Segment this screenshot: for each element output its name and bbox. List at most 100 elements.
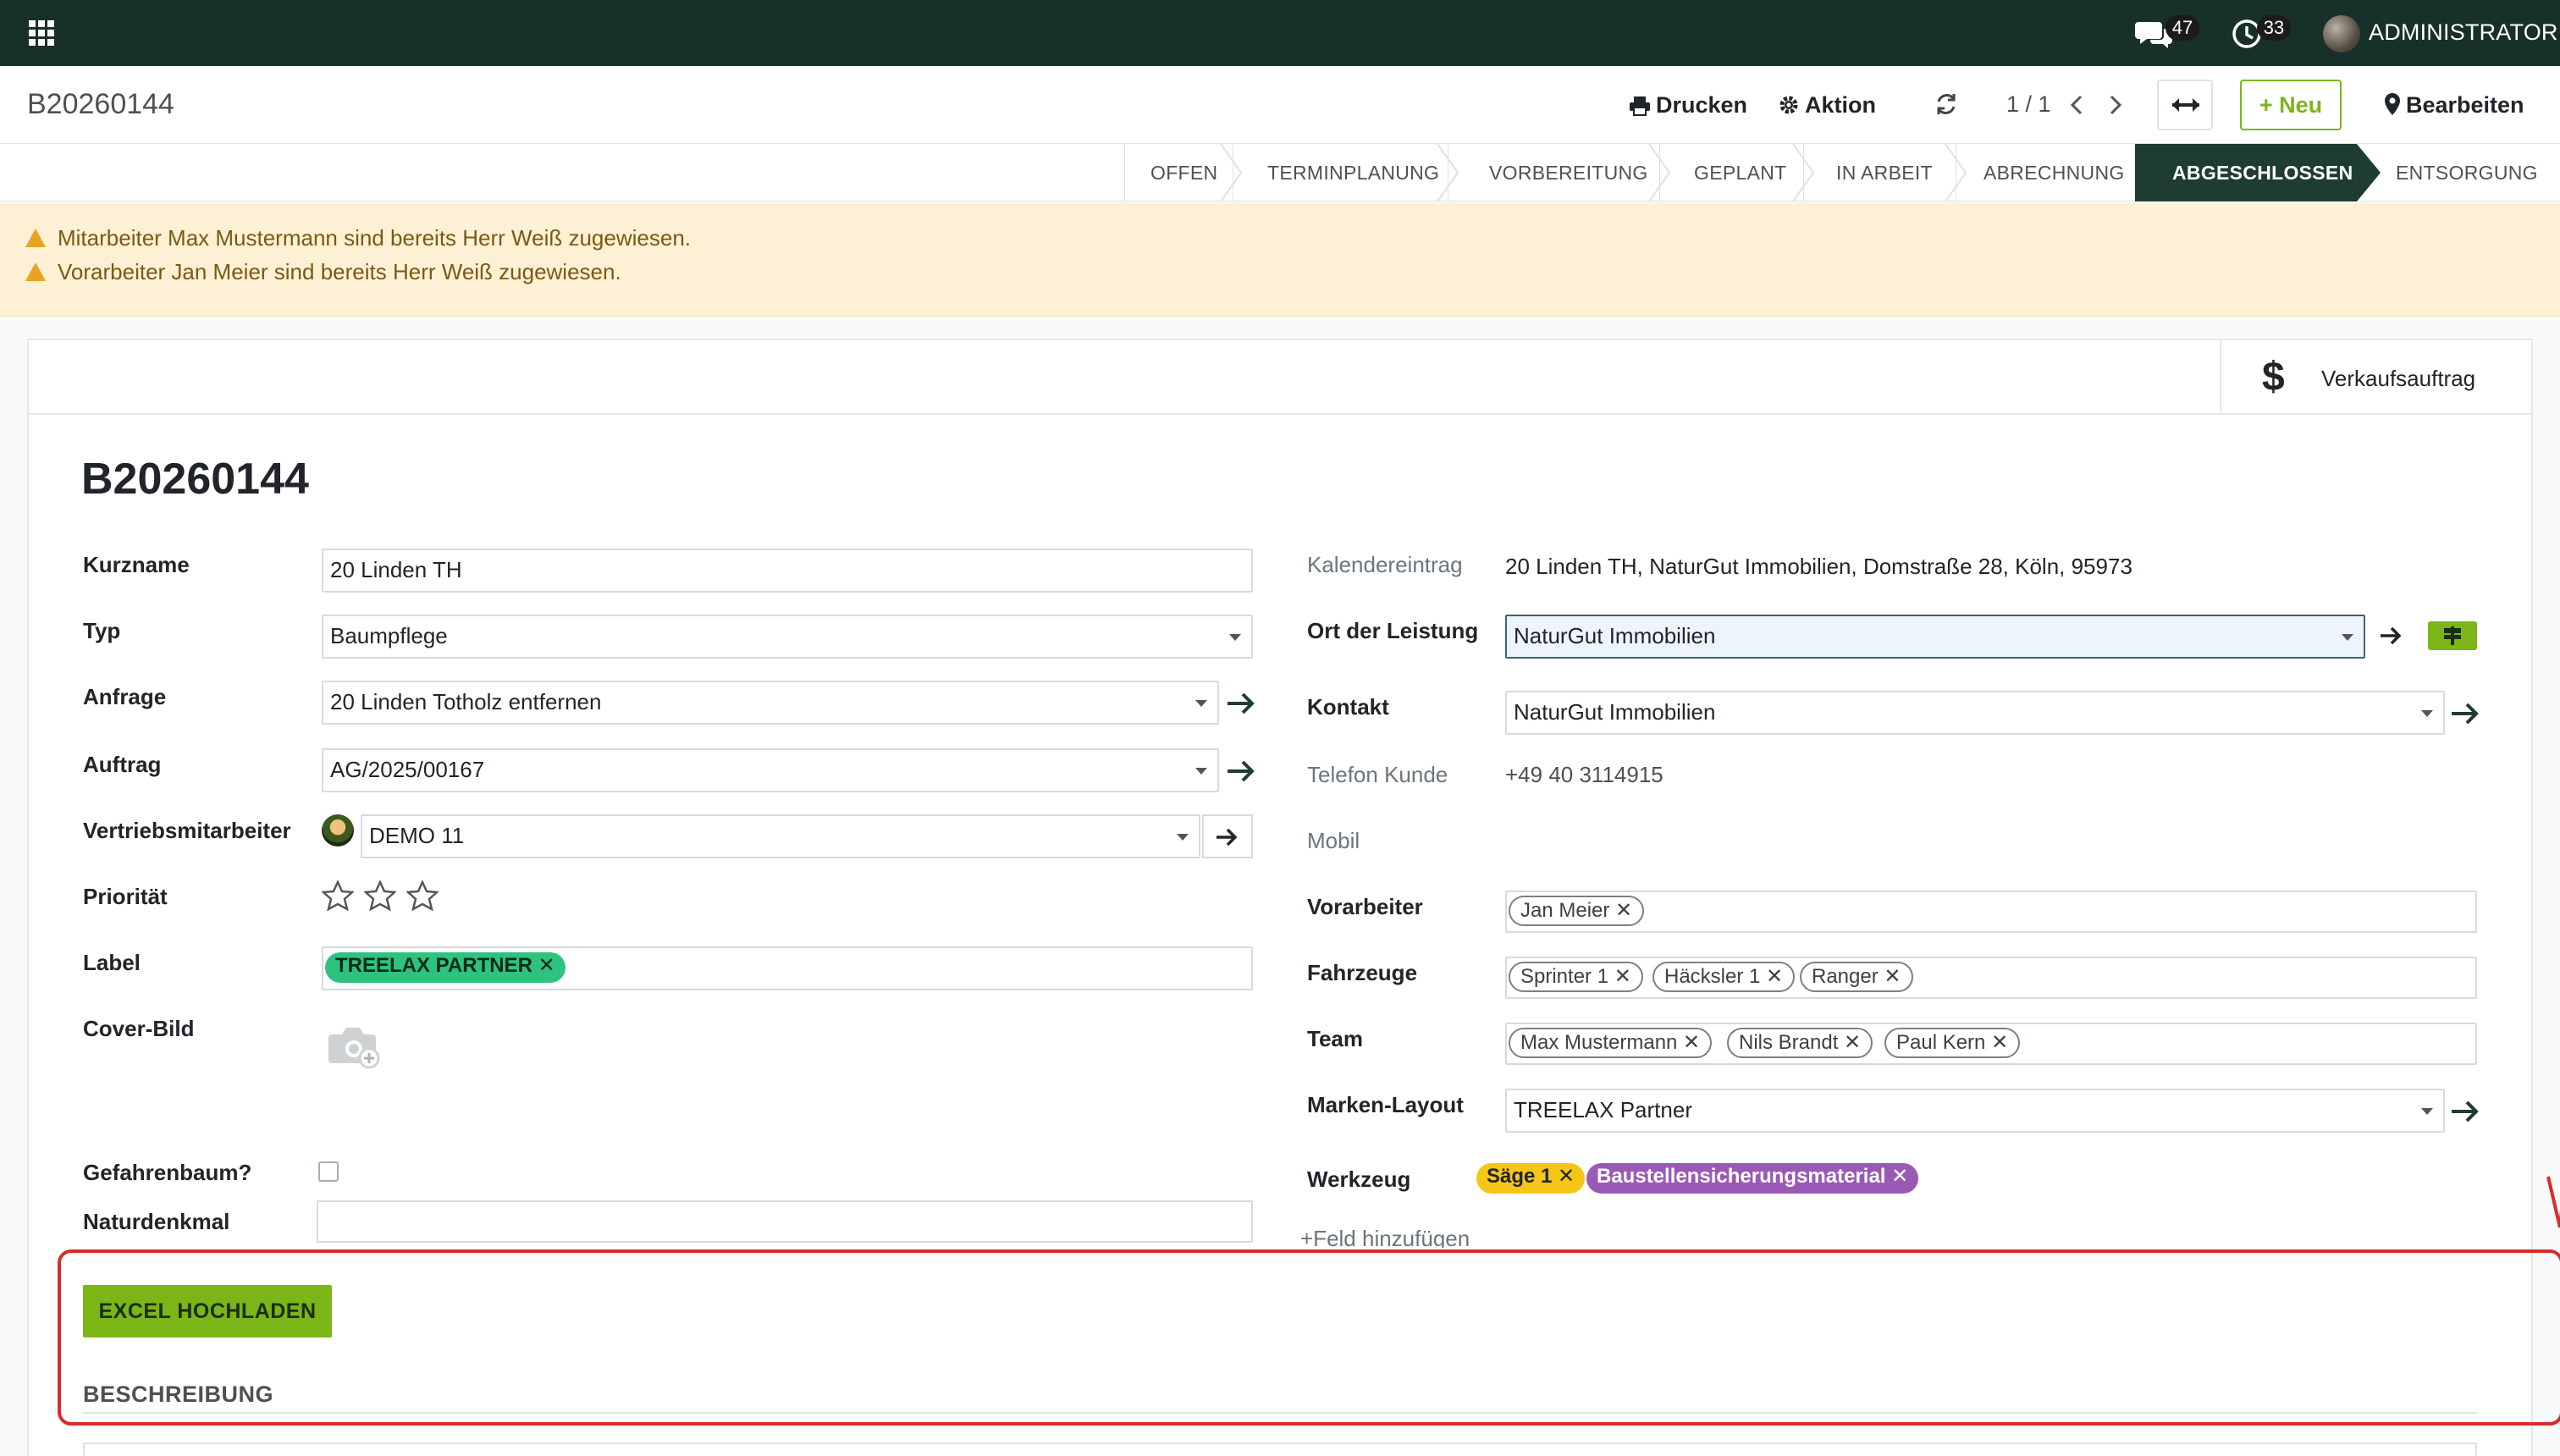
user-avatar[interactable] bbox=[2323, 15, 2360, 52]
star-icon[interactable] bbox=[364, 880, 396, 911]
stage-abgeschlossen[interactable]: ABGESCHLOSSEN bbox=[2135, 144, 2357, 201]
warning-icon bbox=[25, 229, 46, 247]
close-icon[interactable]: ✕ bbox=[1677, 1031, 1700, 1054]
tag: Sprinter 1 ✕ bbox=[1509, 962, 1643, 992]
close-icon[interactable]: ✕ bbox=[1879, 965, 1901, 988]
stage-entsorgung[interactable]: ENTSORGUNG bbox=[2382, 144, 2560, 201]
close-icon[interactable]: ✕ bbox=[1838, 1031, 1861, 1054]
chevron-right-icon[interactable] bbox=[2099, 88, 2130, 122]
close-icon[interactable]: ✕ bbox=[1760, 965, 1783, 988]
tag: Paul Kern ✕ bbox=[1884, 1028, 2021, 1058]
arrow-right-icon[interactable] bbox=[1224, 687, 1256, 720]
ort-label: Ort der Leistung bbox=[1307, 618, 1479, 643]
typ-label: Typ bbox=[83, 618, 121, 643]
stage-vorbereitung[interactable]: VORBEREITUNG bbox=[1448, 144, 1659, 201]
gefahrenbaum-checkbox[interactable] bbox=[318, 1161, 339, 1182]
arrow-right-icon[interactable] bbox=[1224, 755, 1256, 787]
vorarbeiter-tags-input[interactable] bbox=[1505, 891, 2477, 933]
tag-text: Max Mustermann bbox=[1520, 1031, 1678, 1054]
arrow-right-icon[interactable] bbox=[2377, 621, 2406, 650]
stage-separator bbox=[1945, 144, 1967, 201]
vertrieb-value: DEMO 11 bbox=[369, 823, 465, 848]
naturdenkmal-label: Naturdenkmal bbox=[83, 1209, 230, 1234]
edit-button[interactable]: Bearbeiten bbox=[2384, 88, 2524, 122]
auftrag-select[interactable]: AG/2025/00167 bbox=[322, 748, 1219, 792]
close-icon[interactable]: ✕ bbox=[1608, 965, 1631, 988]
vertrieb-open-button[interactable] bbox=[1202, 814, 1253, 858]
stage-terminplanung[interactable]: TERMINPLANUNG bbox=[1233, 144, 1448, 201]
stage-label: ABGESCHLOSSEN bbox=[2172, 162, 2353, 184]
add-field-link[interactable]: +Feld hinzufügen bbox=[1300, 1226, 1470, 1248]
action-label: Aktion bbox=[1805, 92, 1876, 118]
stage-label: VORBEREITUNG bbox=[1489, 162, 1648, 184]
stage-geplant[interactable]: GEPLANT bbox=[1659, 144, 1803, 201]
telefon-value[interactable]: +49 40 3114915 bbox=[1505, 762, 1663, 788]
chevron-left-icon[interactable] bbox=[2062, 88, 2093, 122]
marken-value: TREELAX Partner bbox=[1514, 1097, 1692, 1122]
excel-upload-button[interactable]: EXCEL HOCHLADEN bbox=[83, 1285, 332, 1337]
anfrage-label: Anfrage bbox=[83, 684, 167, 709]
naturdenkmal-input[interactable] bbox=[317, 1200, 1253, 1243]
sales-order-smart-button[interactable]: $ Verkaufsauftrag bbox=[2220, 340, 2531, 415]
section-divider bbox=[83, 1412, 2477, 1414]
close-icon[interactable]: ✕ bbox=[1885, 1165, 1908, 1188]
tag-text: Jan Meier bbox=[1520, 899, 1610, 922]
new-button[interactable]: + Neu bbox=[2240, 80, 2342, 130]
close-icon[interactable]: ✕ bbox=[1552, 1165, 1575, 1188]
activity-button[interactable]: 33 bbox=[2232, 14, 2291, 52]
anfrage-value: 20 Linden Totholz entfernen bbox=[330, 689, 602, 714]
vertrieb-label: Vertriebsmitarbeiter bbox=[83, 818, 291, 843]
stage-separator bbox=[1437, 144, 1459, 201]
arrow-right-icon[interactable] bbox=[2448, 1095, 2480, 1128]
apps-grid-icon[interactable] bbox=[29, 20, 54, 46]
stage-in-arbeit[interactable]: IN ARBEIT bbox=[1803, 144, 1956, 201]
warning-banner: Mitarbeiter Max Mustermann sind bereits … bbox=[0, 203, 2560, 317]
close-icon[interactable]: ✕ bbox=[532, 954, 555, 977]
warning-line: Vorarbeiter Jan Meier sind bereits Herr … bbox=[25, 259, 621, 285]
warning-text: Mitarbeiter Max Mustermann sind bereits … bbox=[58, 225, 692, 251]
map-marker-icon bbox=[2385, 93, 2400, 115]
user-name[interactable]: ADMINISTRATOR bbox=[2369, 19, 2558, 46]
annotation-arrow-stroke bbox=[2546, 1176, 2560, 1228]
stage-label: ABRECHNUNG bbox=[1983, 162, 2125, 184]
action-button[interactable]: Aktion bbox=[1778, 88, 1876, 122]
expand-toggle-button[interactable] bbox=[2157, 80, 2213, 130]
stage-label: TERMINPLANUNG bbox=[1267, 162, 1440, 184]
description-editor[interactable] bbox=[83, 1442, 2477, 1456]
signpost-icon bbox=[2444, 626, 2461, 645]
kurzname-label: Kurzname bbox=[83, 552, 190, 577]
stage-separator bbox=[1220, 144, 1243, 201]
edit-label: Bearbeiten bbox=[2406, 92, 2524, 118]
ort-value: NaturGut Immobilien bbox=[1514, 623, 1716, 648]
kontakt-select[interactable]: NaturGut Immobilien bbox=[1505, 691, 2445, 735]
stage-abrechnung[interactable]: ABRECHNUNG bbox=[1956, 144, 2135, 201]
map-sign-button[interactable] bbox=[2428, 621, 2477, 650]
star-icon[interactable] bbox=[322, 880, 354, 911]
fahrzeuge-tags-input[interactable] bbox=[1505, 957, 2477, 999]
telefon-label: Telefon Kunde bbox=[1307, 762, 1448, 787]
print-button[interactable]: Drucken bbox=[1629, 88, 1747, 122]
typ-select[interactable]: Baumpflege bbox=[322, 615, 1253, 659]
close-icon[interactable]: ✕ bbox=[1609, 899, 1632, 922]
activity-count-badge: 33 bbox=[2257, 15, 2291, 41]
camera-add-icon[interactable] bbox=[328, 1023, 383, 1070]
stage-statusbar: OFFEN TERMINPLANUNG VORBEREITUNG GEPLANT… bbox=[0, 144, 2560, 201]
arrow-right-icon[interactable] bbox=[2448, 698, 2480, 730]
kurzname-input[interactable]: 20 Linden TH bbox=[322, 549, 1253, 593]
pager-value[interactable]: 1 / 1 bbox=[2006, 91, 2051, 118]
smart-button-label: Verkaufsauftrag bbox=[2321, 366, 2476, 391]
stage-active-arrow bbox=[2357, 144, 2381, 201]
marken-select[interactable]: TREELAX Partner bbox=[1505, 1089, 2445, 1133]
close-icon[interactable]: ✕ bbox=[1985, 1031, 2008, 1054]
ort-select[interactable]: NaturGut Immobilien bbox=[1505, 615, 2365, 659]
star-icon[interactable] bbox=[406, 880, 439, 911]
vertrieb-select[interactable]: DEMO 11 bbox=[361, 814, 1200, 858]
new-label: Neu bbox=[2279, 92, 2323, 118]
anfrage-select[interactable]: 20 Linden Totholz entfernen bbox=[322, 681, 1219, 725]
kontakt-label: Kontakt bbox=[1307, 694, 1389, 720]
stage-offen[interactable]: OFFEN bbox=[1124, 144, 1233, 201]
refresh-icon[interactable] bbox=[1934, 91, 1959, 117]
warning-text: Vorarbeiter Jan Meier sind bereits Herr … bbox=[58, 259, 621, 284]
chat-button[interactable]: 47 bbox=[2135, 14, 2199, 52]
fahrzeuge-label: Fahrzeuge bbox=[1307, 960, 1418, 985]
